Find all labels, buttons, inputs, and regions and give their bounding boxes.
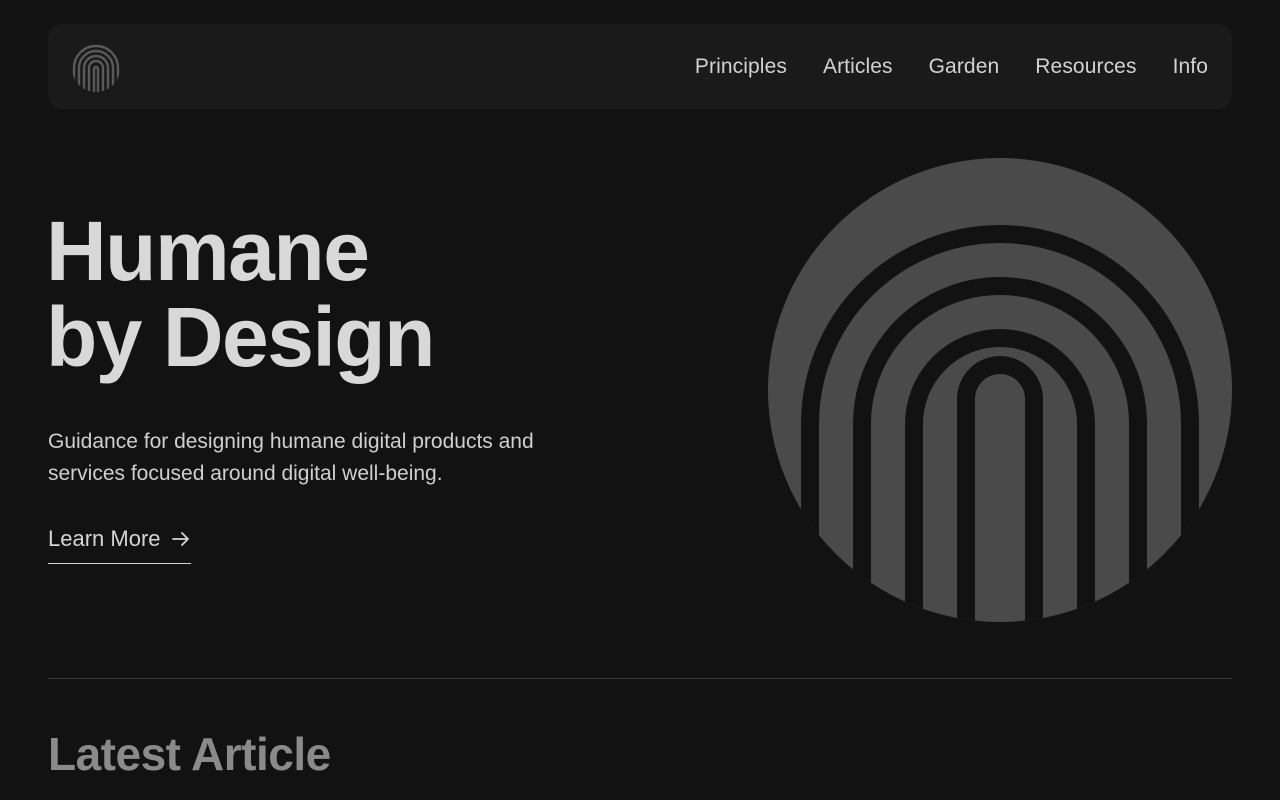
learn-more-label: Learn More: [48, 526, 161, 551]
latest-article-heading: Latest Article: [48, 728, 331, 780]
nav-link-principles[interactable]: Principles: [695, 55, 787, 79]
logo[interactable]: [70, 42, 122, 94]
section-divider: [48, 678, 1232, 679]
nav-link-resources[interactable]: Resources: [1035, 55, 1136, 79]
fingerprint-arches-icon: [768, 158, 1232, 622]
fingerprint-icon: [72, 44, 120, 92]
nav-link-info[interactable]: Info: [1173, 55, 1208, 79]
hero-title-line2: by Design: [46, 290, 435, 384]
hero-title: Humane by Design: [46, 204, 435, 384]
top-navigation: Principles Articles Garden Resources Inf…: [48, 24, 1232, 109]
hero-title-line1: Humane: [46, 204, 370, 298]
nav-link-articles[interactable]: Articles: [823, 55, 893, 79]
learn-more-link[interactable]: Learn More: [48, 524, 191, 564]
arrow-right-icon: [171, 532, 189, 546]
hero-description: Guidance for designing humane digital pr…: [48, 430, 534, 485]
nav-links: Principles Articles Garden Resources Inf…: [695, 24, 1208, 109]
nav-link-garden[interactable]: Garden: [929, 55, 1000, 79]
hero-graphic: [766, 156, 1234, 624]
